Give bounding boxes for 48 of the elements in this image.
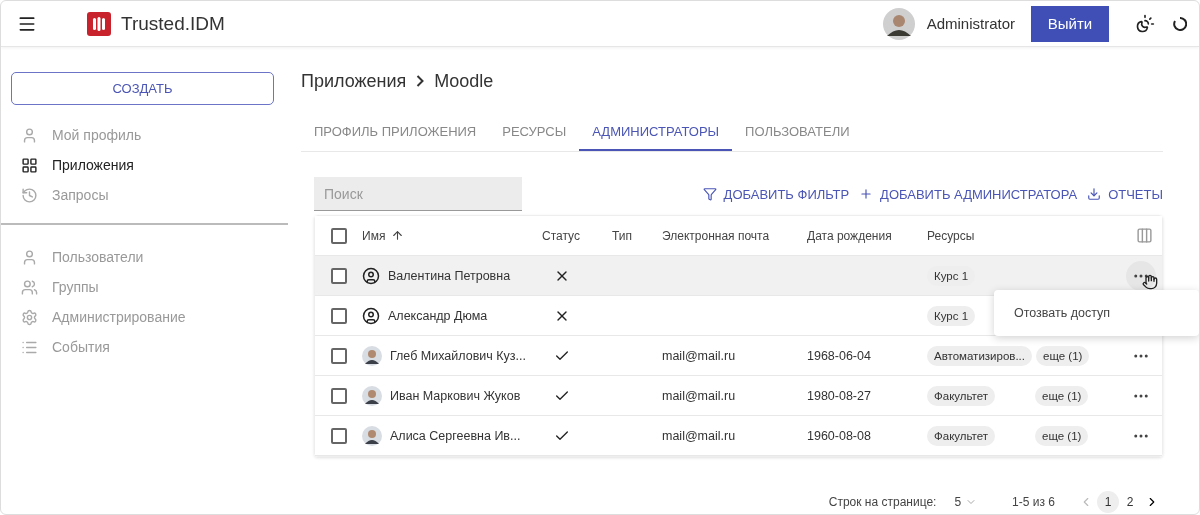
resource-chip: Факультет <box>927 385 996 406</box>
column-header[interactable]: Статус <box>542 228 612 243</box>
column-header[interactable]: Тип <box>612 228 662 243</box>
action-button[interactable]: ДОБАВИТЬ АДМИНИСТРАТОРА <box>859 186 1078 202</box>
table-row[interactable]: Глеб Михайлович Куз... mail@mail.ru 1968-06-04 Автоматизиров... еще (1) <box>315 336 1162 376</box>
table-cell: Валентина Петровна <box>388 268 511 283</box>
column-header[interactable]: Дата рождения <box>807 228 927 243</box>
table-cell-text: mail@mail.ru <box>662 428 737 443</box>
tab[interactable]: ПОЛЬЗОВАТЕЛИ <box>732 113 863 151</box>
tab[interactable]: АДМИНИСТРАТОРЫ <box>579 113 733 151</box>
sidebar-item[interactable]: Приложения <box>11 150 288 180</box>
resource-chip: Курс 1 <box>927 305 976 326</box>
table-cell: Александр Дюма <box>388 308 488 323</box>
app-name: Trusted.IDM <box>121 12 226 35</box>
table-cell: Иван Маркович Жуков <box>390 388 521 403</box>
resource-chip: Факультет <box>927 425 996 446</box>
table-cell: Алиса Сергеевна Ив... <box>390 428 521 443</box>
table-cell-text: 1960-08-08 <box>807 428 872 443</box>
page-button[interactable]: 2 <box>1119 491 1141 513</box>
tab[interactable]: РЕСУРСЫ <box>489 113 580 151</box>
user-name: Administrator <box>926 15 1015 32</box>
table-cell-text: 1980-08-27 <box>807 388 872 403</box>
range-label: 1-5 из 6 <box>1012 495 1055 509</box>
tab[interactable]: ПРОФИЛЬ ПРИЛОЖЕНИЯ <box>301 113 490 151</box>
column-header[interactable]: Электронная почта <box>662 228 807 243</box>
table-row[interactable]: Иван Маркович Жуков mail@mail.ru 1980-08-27 Факультет еще (1) <box>315 376 1162 416</box>
more-chip[interactable]: еще (1) <box>1036 345 1090 366</box>
action-button[interactable]: ДОБАВИТЬ ФИЛЬТР <box>702 186 850 202</box>
page-button[interactable]: 1 <box>1097 491 1119 513</box>
column-header[interactable]: Имя <box>362 228 542 243</box>
resource-chip: Автоматизиров... <box>927 345 1032 366</box>
create-button[interactable]: СОЗДАТЬ <box>11 72 274 105</box>
action-button[interactable]: ОТЧЕТЫ <box>1087 186 1163 202</box>
search-field[interactable]: Поиск <box>314 177 522 211</box>
table-row[interactable]: Алиса Сергеевна Ив... mail@mail.ru 1960-08-08 Факультет еще (1) <box>315 416 1162 456</box>
table-cell: Глеб Михайлович Куз... <box>390 348 526 363</box>
column-header[interactable]: Ресурсы <box>927 228 1122 243</box>
rows-per-page-label: Строк на странице: <box>828 495 937 509</box>
logout-button[interactable]: Выйти <box>1031 5 1109 42</box>
breadcrumb-item: Moodle <box>434 70 494 92</box>
table-cell-text: 1968-06-04 <box>807 348 872 363</box>
breadcrumb-item[interactable]: Приложения <box>301 70 407 92</box>
table-cell-text: mail@mail.ru <box>662 348 737 363</box>
more-chip[interactable]: еще (1) <box>1035 385 1089 406</box>
table-cell-text: mail@mail.ru <box>662 388 737 403</box>
rows-per-page-select[interactable]: 5 <box>954 495 978 509</box>
table-row[interactable]: Валентина Петровна Курс 1 <box>315 256 1162 296</box>
more-chip[interactable]: еще (1) <box>1035 425 1089 446</box>
